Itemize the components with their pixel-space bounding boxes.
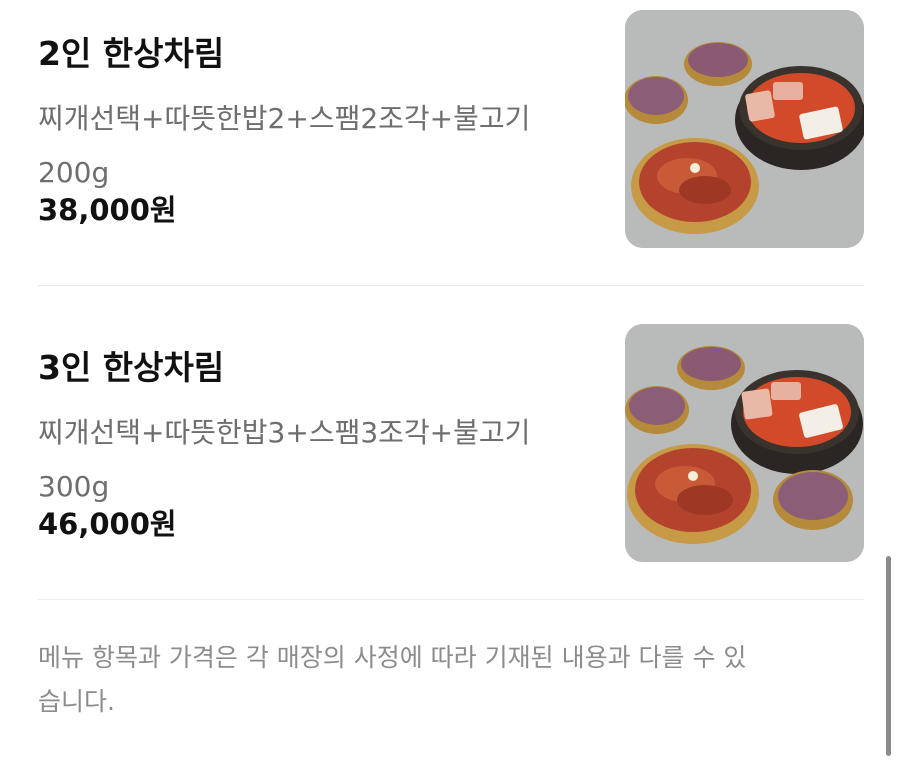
menu-item-price: 38,000원 [38,193,177,227]
divider [38,599,864,600]
menu-item-description: 찌개선택+따뜻한밥2+스팸2조각+불고기 200g [38,92,530,200]
menu-disclaimer-line: 메뉴 항목과 가격은 각 매장의 사정에 따라 기재된 내용과 다를 수 있 [38,643,747,672]
food-photo-icon [625,10,864,248]
menu-item-title: 3인 한상차림 [38,348,225,387]
scrollbar[interactable] [886,556,891,756]
food-photo-icon[interactable] [625,324,864,562]
menu-disclaimer: 메뉴 항목과 가격은 각 매장의 사정에 따라 기재된 내용과 다를 수 있 습… [38,636,874,724]
divider [38,285,864,286]
menu-item-price: 46,000원 [38,507,177,541]
menu-item-description: 찌개선택+따뜻한밥3+스팸3조각+불고기 300g [38,406,530,514]
menu-disclaimer-line: 습니다. [38,687,115,716]
food-photo-icon[interactable] [625,10,864,248]
menu-item-title: 2인 한상차림 [38,34,225,73]
menu-item-3-person-set[interactable]: 3인 한상차림 찌개선택+따뜻한밥3+스팸3조각+불고기 300g 46,000… [38,324,864,564]
menu-item-description-line: 찌개선택+따뜻한밥2+스팸2조각+불고기 [38,102,531,135]
menu-item-description-line: 찌개선택+따뜻한밥3+스팸3조각+불고기 [38,416,531,449]
food-photo-icon [625,324,864,562]
menu-item-2-person-set[interactable]: 2인 한상차림 찌개선택+따뜻한밥2+스팸2조각+불고기 200g 38,000… [38,10,864,250]
